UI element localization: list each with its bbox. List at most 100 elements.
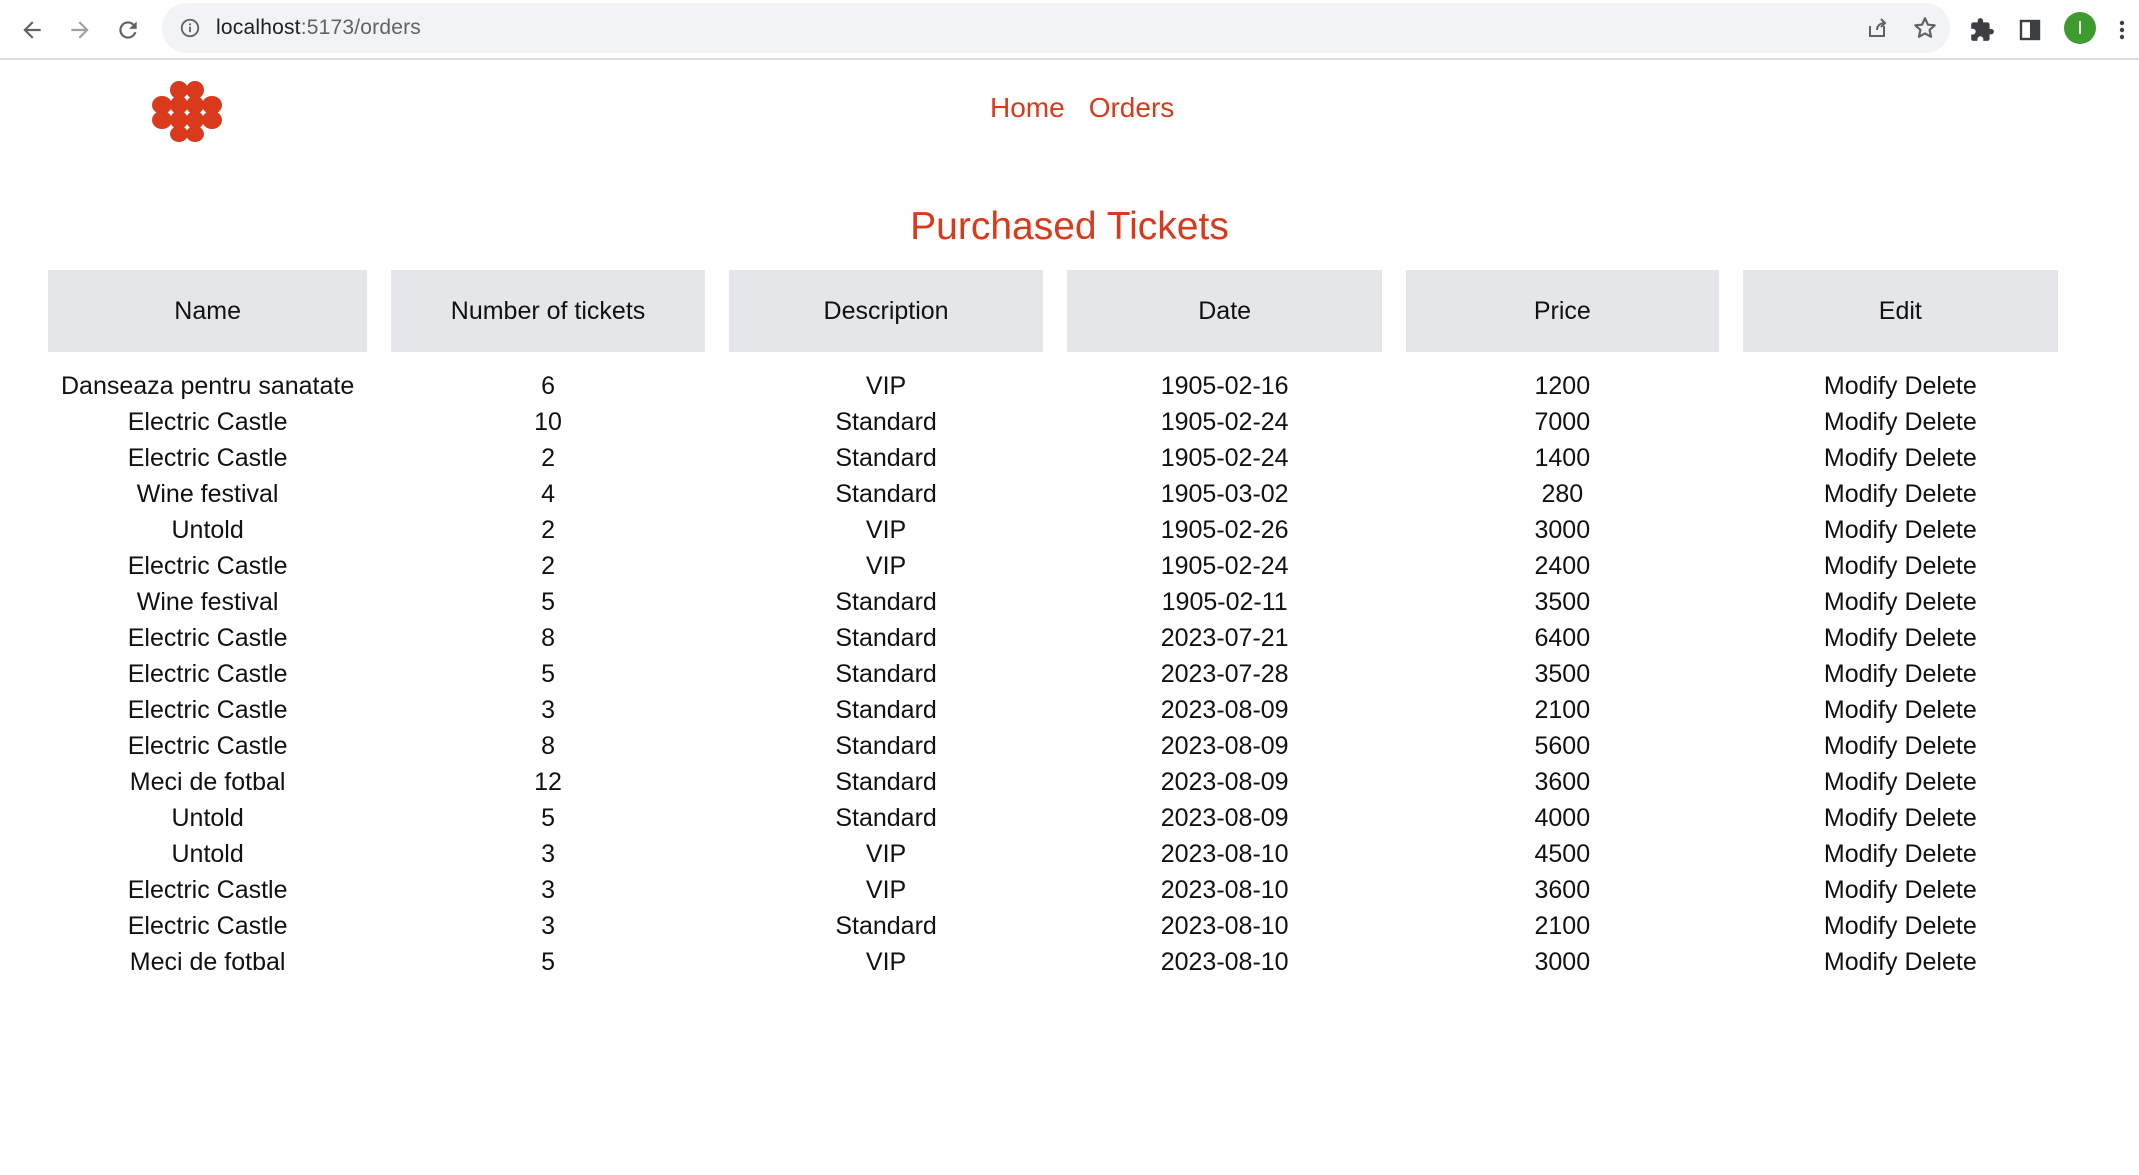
cell-price: 3000 bbox=[1534, 947, 1591, 976]
delete-button[interactable]: Delete bbox=[1904, 480, 1976, 508]
cell-number-of-tickets: 5 bbox=[541, 587, 555, 616]
table-row: Danseaza pentru sanatate 6 VIP 1905-02-16 12… bbox=[48, 368, 2058, 404]
side-panel-icon[interactable] bbox=[2012, 12, 2048, 48]
cell-number-of-tickets: 3 bbox=[541, 911, 555, 940]
cell-price: 4500 bbox=[1534, 839, 1591, 868]
info-icon[interactable] bbox=[178, 16, 202, 40]
puzzle-icon[interactable] bbox=[1964, 12, 2000, 48]
table-body: Danseaza pentru sanatate 6 VIP 1905-02-16 12… bbox=[48, 368, 2058, 980]
cell-price: 7000 bbox=[1534, 407, 1591, 436]
cell-name: Electric Castle bbox=[127, 731, 288, 760]
url-host: localhost bbox=[216, 16, 301, 39]
modify-button[interactable]: Modify bbox=[1824, 768, 1898, 796]
delete-button[interactable]: Delete bbox=[1904, 948, 1976, 976]
modify-button[interactable]: Modify bbox=[1824, 444, 1898, 472]
delete-button[interactable]: Delete bbox=[1904, 408, 1976, 436]
delete-button[interactable]: Delete bbox=[1904, 768, 1976, 796]
cell-number-of-tickets: 5 bbox=[541, 803, 555, 832]
modify-button[interactable]: Modify bbox=[1824, 948, 1898, 976]
delete-button[interactable]: Delete bbox=[1904, 372, 1976, 400]
delete-button[interactable]: Delete bbox=[1904, 912, 1976, 940]
delete-button[interactable]: Delete bbox=[1904, 732, 1976, 760]
table-row: Untold 2 VIP 1905-02-26 3000 Modify Delete bbox=[48, 512, 2058, 548]
delete-button[interactable]: Delete bbox=[1904, 624, 1976, 652]
cell-number-of-tickets: 5 bbox=[541, 659, 555, 688]
reload-icon[interactable] bbox=[108, 10, 148, 50]
flower-logo-icon[interactable] bbox=[150, 80, 234, 142]
back-arrow-icon[interactable] bbox=[12, 10, 52, 50]
cell-price: 5600 bbox=[1534, 731, 1591, 760]
delete-button[interactable]: Delete bbox=[1904, 588, 1976, 616]
modify-button[interactable]: Modify bbox=[1824, 480, 1898, 508]
page-title: Purchased Tickets bbox=[910, 205, 1229, 248]
cell-description: VIP bbox=[865, 839, 907, 868]
cell-date: 1905-02-11 bbox=[1161, 587, 1288, 616]
modify-button[interactable]: Modify bbox=[1824, 660, 1898, 688]
cell-price: 3600 bbox=[1534, 875, 1591, 904]
cell-description: Standard bbox=[835, 695, 937, 724]
delete-button[interactable]: Delete bbox=[1904, 444, 1976, 472]
cell-description: Standard bbox=[835, 659, 937, 688]
delete-button[interactable]: Delete bbox=[1904, 516, 1976, 544]
delete-button[interactable]: Delete bbox=[1904, 696, 1976, 724]
cell-edit: Modify Delete bbox=[1743, 368, 2058, 404]
modify-button[interactable]: Modify bbox=[1824, 912, 1898, 940]
cell-date: 2023-08-09 bbox=[1160, 767, 1289, 796]
modify-button[interactable]: Modify bbox=[1824, 732, 1898, 760]
cell-number-of-tickets: 2 bbox=[541, 443, 555, 472]
delete-button[interactable]: Delete bbox=[1904, 840, 1976, 868]
address-bar[interactable]: localhost:5173/orders bbox=[162, 3, 1950, 53]
cell-edit: Modify Delete bbox=[1743, 908, 2058, 944]
table-row: Meci de fotbal 5 VIP 2023-08-10 3000 Modify D… bbox=[48, 944, 2058, 980]
cell-date: 2023-08-10 bbox=[1160, 875, 1289, 904]
modify-button[interactable]: Modify bbox=[1824, 372, 1898, 400]
nav-link-home[interactable]: Home bbox=[990, 92, 1065, 124]
cell-name: Meci de fotbal bbox=[129, 767, 286, 796]
modify-button[interactable]: Modify bbox=[1824, 696, 1898, 724]
modify-button[interactable]: Modify bbox=[1824, 588, 1898, 616]
cell-description: Standard bbox=[835, 803, 937, 832]
delete-button[interactable]: Delete bbox=[1904, 876, 1976, 904]
modify-button[interactable]: Modify bbox=[1824, 840, 1898, 868]
cell-edit: Modify Delete bbox=[1743, 836, 2058, 872]
cell-description: VIP bbox=[865, 551, 907, 580]
share-icon[interactable] bbox=[1862, 13, 1892, 43]
cell-name: Wine festival bbox=[136, 587, 279, 616]
cell-edit: Modify Delete bbox=[1743, 512, 2058, 548]
delete-button[interactable]: Delete bbox=[1904, 660, 1976, 688]
cell-name: Electric Castle bbox=[127, 695, 288, 724]
cell-price: 4000 bbox=[1534, 803, 1591, 832]
cell-edit: Modify Delete bbox=[1743, 764, 2058, 800]
cell-price: 2400 bbox=[1534, 551, 1591, 580]
cell-description: Standard bbox=[835, 767, 937, 796]
nav-link-orders[interactable]: Orders bbox=[1089, 92, 1175, 124]
cell-name: Electric Castle bbox=[127, 875, 288, 904]
modify-button[interactable]: Modify bbox=[1824, 516, 1898, 544]
modify-button[interactable]: Modify bbox=[1824, 876, 1898, 904]
table-row: Untold 5 Standard 2023-08-09 4000 Modify Dele… bbox=[48, 800, 2058, 836]
cell-number-of-tickets: 3 bbox=[541, 695, 555, 724]
cell-date: 2023-08-09 bbox=[1160, 695, 1289, 724]
star-icon[interactable] bbox=[1910, 13, 1940, 43]
profile-avatar[interactable]: I bbox=[2064, 12, 2096, 44]
kebab-menu-icon[interactable] bbox=[2108, 12, 2136, 48]
cell-date: 2023-08-10 bbox=[1160, 947, 1289, 976]
cell-name: Electric Castle bbox=[127, 551, 288, 580]
modify-button[interactable]: Modify bbox=[1824, 552, 1898, 580]
delete-button[interactable]: Delete bbox=[1904, 804, 1976, 832]
cell-description: VIP bbox=[865, 515, 907, 544]
cell-name: Electric Castle bbox=[127, 659, 288, 688]
table-row: Electric Castle 2 VIP 1905-02-24 2400 Modify … bbox=[48, 548, 2058, 584]
delete-button[interactable]: Delete bbox=[1904, 552, 1976, 580]
modify-button[interactable]: Modify bbox=[1824, 804, 1898, 832]
cell-description: VIP bbox=[865, 371, 907, 400]
cell-description: Standard bbox=[835, 623, 937, 652]
modify-button[interactable]: Modify bbox=[1824, 408, 1898, 436]
modify-button[interactable]: Modify bbox=[1824, 624, 1898, 652]
main-nav: Home Orders bbox=[990, 92, 1174, 124]
table-row: Electric Castle 5 Standard 2023-07-28 3500 Mo… bbox=[48, 656, 2058, 692]
table-row: Electric Castle 8 Standard 2023-07-21 6400 Mo… bbox=[48, 620, 2058, 656]
cell-date: 1905-02-16 bbox=[1160, 371, 1289, 400]
cell-description: Standard bbox=[835, 479, 937, 508]
forward-arrow-icon[interactable] bbox=[60, 10, 100, 50]
